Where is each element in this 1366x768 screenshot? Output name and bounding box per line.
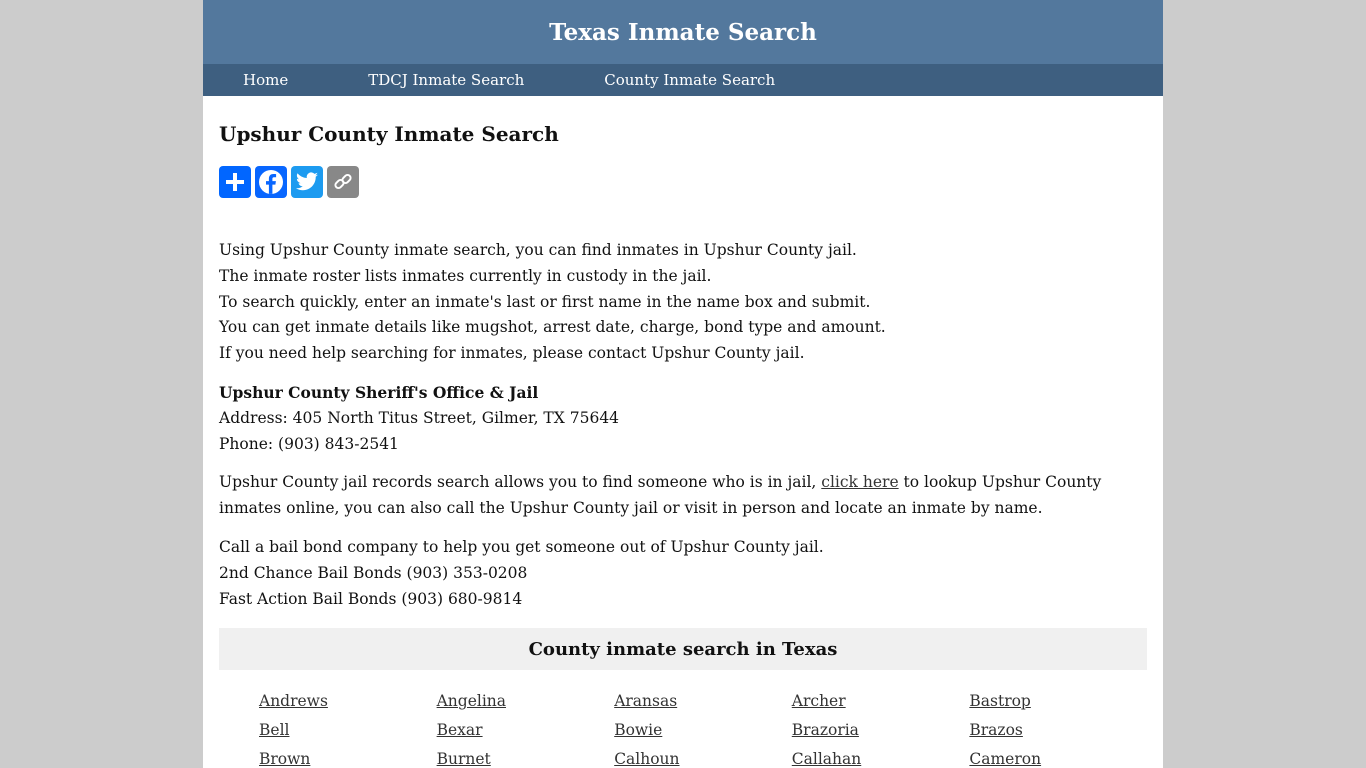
records-paragraph: Upshur County jail records search allows…: [219, 470, 1147, 522]
office-phone: Phone: (903) 843-2541: [219, 434, 399, 453]
bail-company: Fast Action Bail Bonds (903) 680-9814: [219, 589, 523, 608]
county-link[interactable]: Bowie: [614, 719, 792, 741]
facebook-icon[interactable]: [255, 166, 287, 198]
share-buttons: [219, 166, 1147, 198]
county-link[interactable]: Angelina: [437, 690, 615, 712]
page-title: Upshur County Inmate Search: [219, 122, 559, 146]
records-text-before: Upshur County jail records search allows…: [219, 473, 822, 492]
county-link[interactable]: Cameron: [969, 748, 1147, 768]
bail-bonds: Call a bail bond company to help you get…: [219, 535, 1147, 612]
bail-company: 2nd Chance Bail Bonds (903) 353-0208: [219, 563, 528, 582]
county-link[interactable]: Brazoria: [792, 719, 970, 741]
click-here-link[interactable]: click here: [821, 473, 898, 491]
site-banner: Texas Inmate Search: [203, 0, 1163, 64]
intro-line: To search quickly, enter an inmate's las…: [219, 292, 871, 311]
page-container: Texas Inmate Search Home TDCJ Inmate Sea…: [203, 0, 1163, 768]
county-section-heading: County inmate search in Texas: [528, 638, 838, 660]
county-link[interactable]: Andrews: [259, 690, 437, 712]
county-link[interactable]: Brown: [259, 748, 437, 768]
county-link[interactable]: Brazos: [969, 719, 1147, 741]
intro-text: Using Upshur County inmate search, you c…: [219, 238, 1147, 367]
main-content: Upshur County Inmate Search Using Upshur…: [203, 96, 1163, 768]
intro-line: Using Upshur County inmate search, you c…: [219, 241, 857, 259]
county-section-header: County inmate search in Texas: [219, 628, 1147, 671]
county-link[interactable]: Callahan: [792, 748, 970, 768]
intro-line: The inmate roster lists inmates currentl…: [219, 266, 712, 285]
county-link[interactable]: Aransas: [614, 690, 792, 712]
site-title: Texas Inmate Search: [549, 18, 817, 46]
county-list: Andrews Angelina Aransas Archer Bastrop …: [259, 690, 1147, 768]
county-link[interactable]: Bexar: [437, 719, 615, 741]
county-link[interactable]: Archer: [792, 690, 970, 712]
nav-home[interactable]: Home: [243, 71, 288, 89]
nav-tdcj-inmate-search[interactable]: TDCJ Inmate Search: [368, 71, 524, 89]
intro-line: You can get inmate details like mugshot,…: [219, 318, 886, 337]
copy-link-icon[interactable]: [327, 166, 359, 198]
office-info: Upshur County Sheriff's Office & Jail Ad…: [219, 380, 1147, 457]
intro-line: If you need help searching for inmates, …: [219, 344, 805, 363]
county-link[interactable]: Calhoun: [614, 748, 792, 768]
office-address: Address: 405 North Titus Street, Gilmer,…: [219, 408, 620, 427]
county-link[interactable]: Bastrop: [969, 690, 1147, 712]
county-link[interactable]: Burnet: [437, 748, 615, 768]
twitter-icon[interactable]: [291, 166, 323, 198]
county-link[interactable]: Bell: [259, 719, 437, 741]
nav-county-inmate-search[interactable]: County Inmate Search: [604, 71, 775, 89]
bail-intro: Call a bail bond company to help you get…: [219, 537, 824, 556]
share-add-icon[interactable]: [219, 166, 251, 198]
top-nav: Home TDCJ Inmate Search County Inmate Se…: [203, 64, 1163, 96]
office-name: Upshur County Sheriff's Office & Jail: [219, 382, 539, 402]
